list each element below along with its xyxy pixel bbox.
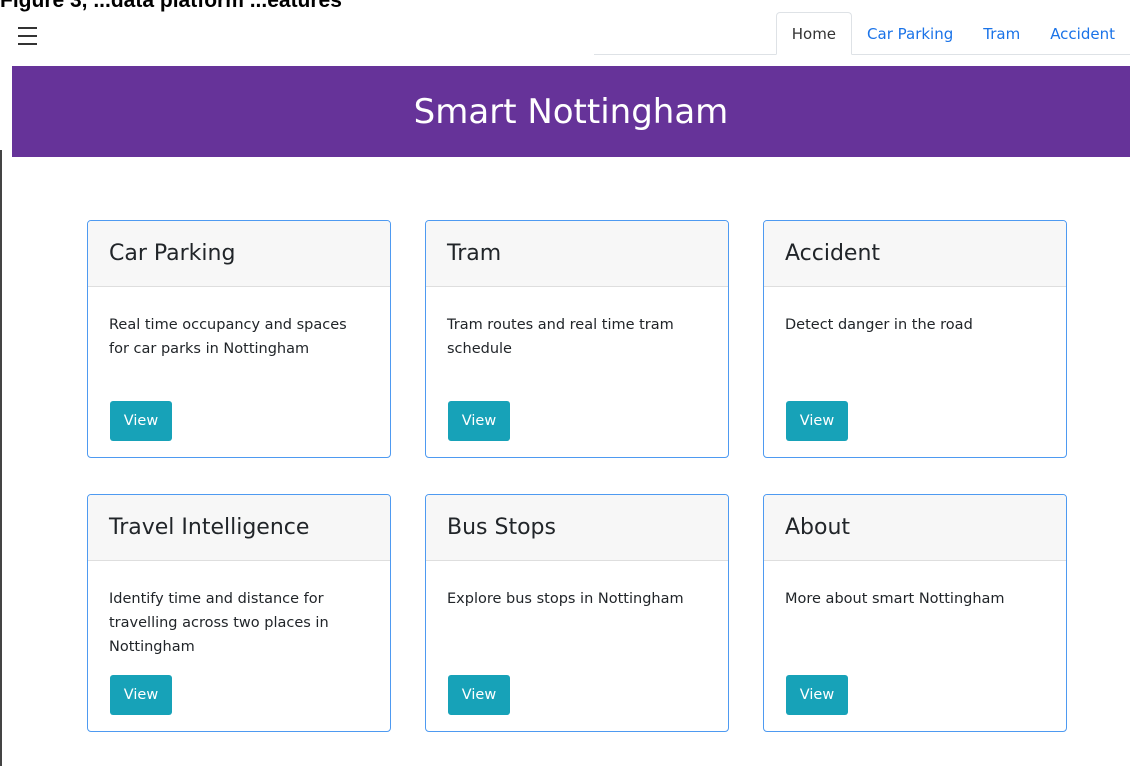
view-car-parking-button[interactable]: View <box>110 401 172 441</box>
page: Figure 3, ...data platform ...eatures Ho… <box>0 0 1130 766</box>
card-description: More about smart Nottingham <box>785 591 1005 607</box>
tab-car-parking[interactable]: Car Parking <box>852 12 968 55</box>
left-divider <box>0 150 2 766</box>
card-about: About More about smart Nottingham View <box>763 494 1067 732</box>
card-body: Tram routes and real time tram schedule … <box>426 287 728 457</box>
feature-card-grid: Car Parking Real time occupancy and spac… <box>87 220 1069 760</box>
view-about-button[interactable]: View <box>786 675 848 715</box>
card-description: Real time occupancy and spaces for car p… <box>109 317 347 357</box>
card-bus-stops: Bus Stops Explore bus stops in Nottingha… <box>425 494 729 732</box>
card-title: Tram <box>426 221 728 287</box>
card-body: Detect danger in the road View <box>764 287 1066 457</box>
card-title: Bus Stops <box>426 495 728 561</box>
card-accident: Accident Detect danger in the road View <box>763 220 1067 458</box>
card-description: Identify time and distance for travellin… <box>109 591 329 655</box>
tab-accident[interactable]: Accident <box>1035 12 1130 55</box>
card-body: More about smart Nottingham View <box>764 561 1066 731</box>
card-body: Explore bus stops in Nottingham View <box>426 561 728 731</box>
hamburger-menu-icon[interactable] <box>18 23 48 49</box>
card-tram: Tram Tram routes and real time tram sche… <box>425 220 729 458</box>
card-title: Accident <box>764 221 1066 287</box>
card-body: Real time occupancy and spaces for car p… <box>88 287 390 457</box>
card-description: Explore bus stops in Nottingham <box>447 591 684 607</box>
nav-tabs: Home Car Parking Tram Accident <box>594 12 1130 55</box>
view-accident-button[interactable]: View <box>786 401 848 441</box>
card-car-parking: Car Parking Real time occupancy and spac… <box>87 220 391 458</box>
view-bus-stops-button[interactable]: View <box>448 675 510 715</box>
card-title: About <box>764 495 1066 561</box>
card-body: Identify time and distance for travellin… <box>88 561 390 731</box>
card-description: Detect danger in the road <box>785 317 973 333</box>
view-travel-intelligence-button[interactable]: View <box>110 675 172 715</box>
view-tram-button[interactable]: View <box>448 401 510 441</box>
tab-home[interactable]: Home <box>775 12 853 55</box>
page-title: Smart Nottingham <box>413 91 729 132</box>
card-title: Travel Intelligence <box>88 495 390 561</box>
card-description: Tram routes and real time tram schedule <box>447 317 674 357</box>
card-travel-intelligence: Travel Intelligence Identify time and di… <box>87 494 391 732</box>
tab-tram[interactable]: Tram <box>968 12 1035 55</box>
top-navigation-bar: Home Car Parking Tram Accident <box>12 12 1130 66</box>
hero-banner: Smart Nottingham <box>12 66 1130 157</box>
card-title: Car Parking <box>88 221 390 287</box>
